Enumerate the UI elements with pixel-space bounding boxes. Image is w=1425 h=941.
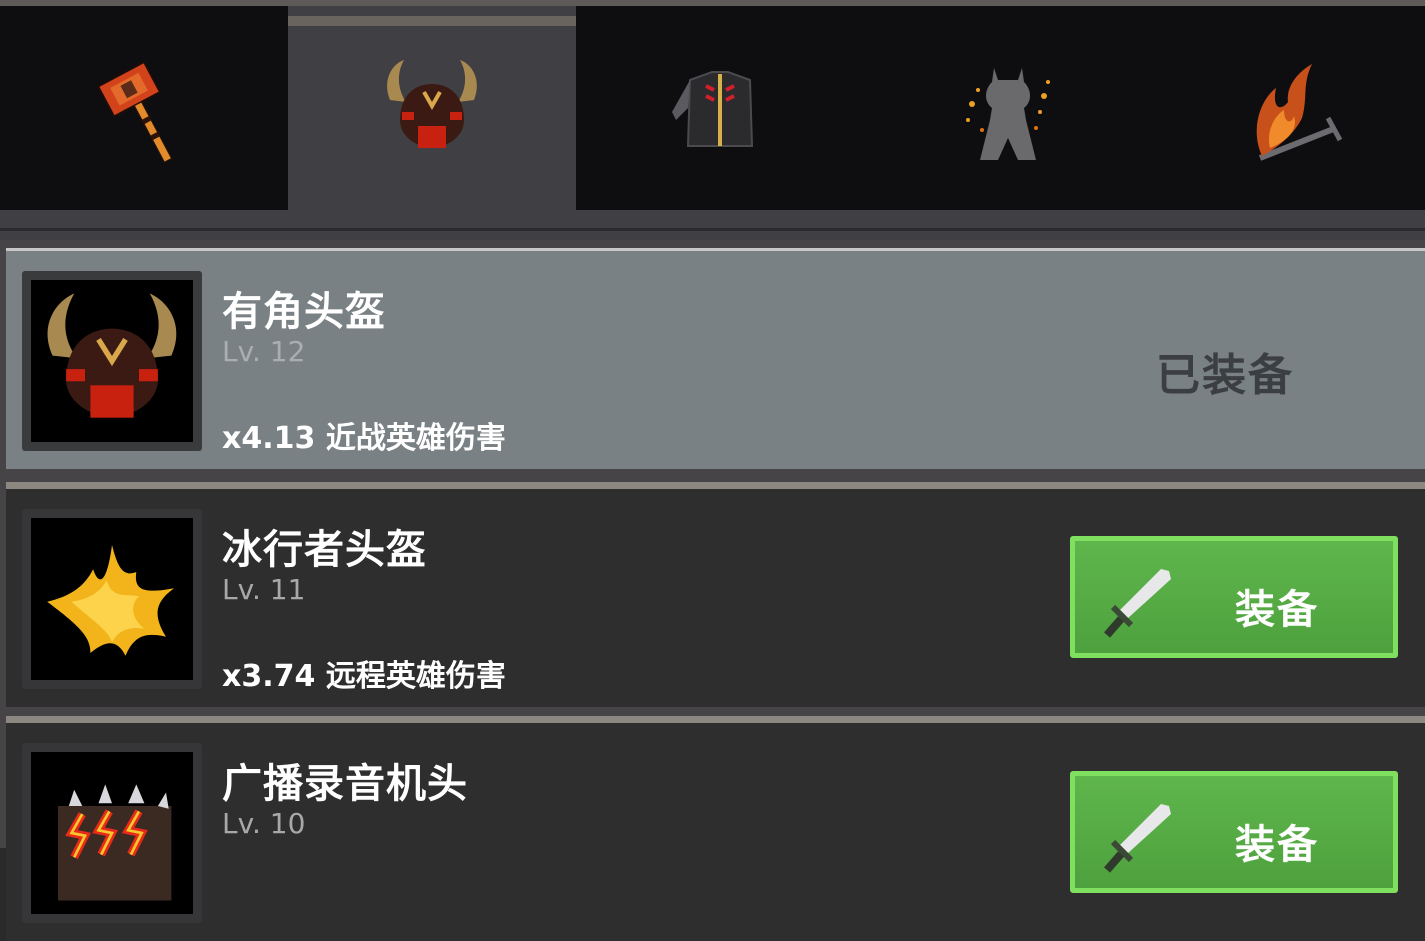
hammer-icon [96,60,173,163]
tab-flame[interactable] [1152,6,1425,210]
jacket-icon [672,71,754,147]
item-thumbnail [22,743,202,923]
item-thumbnail [22,271,202,451]
flaming-sword-icon [1256,64,1343,161]
horned-helmet-icon [387,60,477,148]
tab-bar-underline [0,210,1425,240]
item-level: Lv. 11 [222,573,306,606]
list-item: 广播录音机头 Lv. 10 装备 [6,716,1425,941]
equip-button-label: 装备 [1235,587,1319,633]
hero-silhouette-icon [966,68,1050,160]
item-thumbnail [22,509,202,689]
category-tab-bar [0,6,1425,210]
sword-icon [1103,804,1171,873]
golden-spikes-icon [47,545,175,656]
item-bonus: x3.74 远程英雄伤害 [222,659,506,694]
sword-icon [1103,569,1171,638]
equipped-status: 已装备 [1156,350,1294,401]
equip-button[interactable]: 装备 [1070,536,1398,658]
tab-helmet[interactable] [288,6,576,210]
equip-button-label: 装备 [1235,822,1319,868]
list-item: 冰行者头盔 Lv. 11 x3.74 远程英雄伤害 装备 [6,482,1425,707]
tab-hero[interactable] [864,6,1152,210]
item-name: 广播录音机头 [222,761,468,807]
item-name: 冰行者头盔 [222,527,427,573]
item-bonus: x4.13 近战英雄伤害 [222,421,506,456]
item-name: 有角头盔 [222,289,386,335]
item-level: Lv. 10 [222,807,306,840]
item-level: Lv. 12 [222,335,306,368]
list-item: 有角头盔 Lv. 12 x4.13 近战英雄伤害 已装备 [6,248,1425,469]
spiked-boombox-icon [58,784,172,901]
item-list: 有角头盔 Lv. 12 x4.13 近战英雄伤害 已装备 冰行者头盔 Lv. 1… [0,240,1425,941]
tab-weapon[interactable] [0,6,288,210]
horned-helmet-icon [47,293,177,418]
equip-button[interactable]: 装备 [1070,771,1398,893]
tab-armor[interactable] [576,6,864,210]
